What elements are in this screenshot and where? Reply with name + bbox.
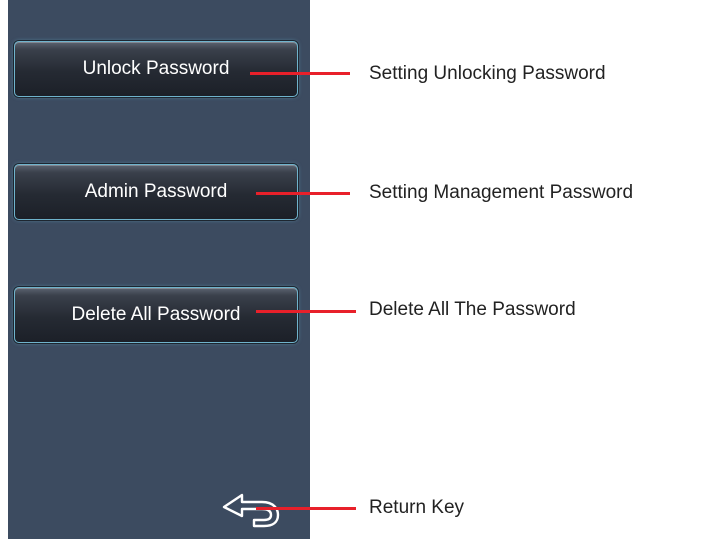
delete-all-password-label: Delete All Password xyxy=(71,304,241,325)
callout-delete-text: Delete All The Password xyxy=(369,299,576,320)
callout-line-admin xyxy=(256,192,350,195)
delete-all-password-button[interactable]: Delete All Password xyxy=(14,287,298,343)
callout-line-return xyxy=(256,507,356,510)
admin-password-label: Admin Password xyxy=(84,181,228,202)
unlock-password-button[interactable]: Unlock Password xyxy=(14,41,298,97)
callout-unlock-text: Setting Unlocking Password xyxy=(369,63,606,84)
unlock-password-label: Unlock Password xyxy=(82,58,230,79)
callout-admin-text: Setting Management Password xyxy=(369,182,634,203)
callout-line-delete xyxy=(256,310,356,313)
callout-return-text: Return Key xyxy=(369,497,465,518)
callout-line-unlock xyxy=(250,72,350,75)
annotated-screenshot: Unlock Password Admin Password Delete Al… xyxy=(0,0,704,539)
